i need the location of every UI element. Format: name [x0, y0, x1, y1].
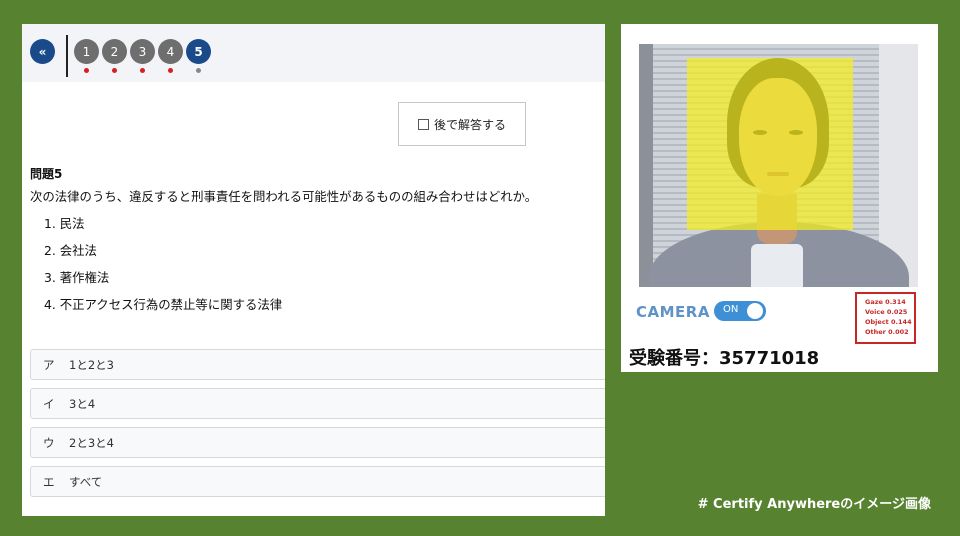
statement-list: 1. 民法 2. 会社法 3. 著作権法 4. 不正アクセス行為の禁止等に関する…	[44, 214, 282, 322]
question-nav-3[interactable]: 3	[130, 39, 155, 79]
question-number: 3	[130, 39, 155, 64]
exam-number: 受験番号：35771018	[629, 348, 820, 369]
answered-dot	[112, 68, 117, 73]
answer-later-label: 後で解答する	[433, 117, 506, 132]
answer-option-u[interactable]: ウ 2と3と4	[30, 427, 605, 458]
nav-divider	[66, 35, 68, 77]
camera-label: CAMERA	[636, 303, 710, 321]
wall-shadow	[639, 44, 653, 287]
question-nav-1[interactable]: 1	[74, 39, 99, 79]
answered-dot	[84, 68, 89, 73]
option-letter: イ	[43, 396, 55, 411]
question-nav-5[interactable]: 5	[186, 39, 211, 79]
option-text: 2と3と4	[69, 435, 114, 450]
statement-item: 3. 著作権法	[44, 270, 110, 285]
object-score: Object 0.144	[865, 318, 912, 326]
camera-toggle[interactable]: ON	[714, 301, 766, 321]
other-score: Other 0.002	[865, 328, 909, 336]
question-number-list: 1 2 3 4 5	[74, 39, 211, 79]
option-letter: ア	[43, 357, 55, 372]
statement-item: 1. 民法	[44, 216, 85, 231]
statement-item: 4. 不正アクセス行為の禁止等に関する法律	[44, 297, 283, 312]
option-text: すべて	[69, 474, 103, 489]
answered-dot	[168, 68, 173, 73]
back-button[interactable]: «	[30, 39, 55, 64]
toggle-knob	[747, 303, 763, 319]
question-number: 4	[158, 39, 183, 64]
camera-panel: CAMERA ON Gaze 0.314 Voice 0.025 Object …	[621, 24, 938, 372]
answer-later-checkbox[interactable]: 後で解答する	[398, 102, 526, 146]
current-dot	[196, 68, 201, 73]
answer-option-a[interactable]: ア 1と2と3	[30, 349, 605, 380]
detection-scores: Gaze 0.314 Voice 0.025 Object 0.144 Othe…	[855, 292, 916, 344]
question-number: 2	[102, 39, 127, 64]
question-nav-4[interactable]: 4	[158, 39, 183, 79]
option-letter: ウ	[43, 435, 55, 450]
question-nav-2[interactable]: 2	[102, 39, 127, 79]
person-shirt	[751, 244, 803, 287]
question-number: 1	[74, 39, 99, 64]
option-letter: エ	[43, 474, 55, 489]
face-detection-box	[687, 58, 853, 230]
exam-panel: « 1 2 3 4 5 後で解答する 問題5 次の法律のうち、違反すると刑事責任…	[22, 24, 605, 516]
voice-score: Voice 0.025	[865, 308, 908, 316]
answer-option-i[interactable]: イ 3と4	[30, 388, 605, 419]
camera-feed	[639, 44, 918, 287]
statement-item: 2. 会社法	[44, 243, 97, 258]
checkbox-square[interactable]	[417, 118, 429, 130]
option-text: 1と2と3	[69, 357, 114, 372]
answer-option-e[interactable]: エ すべて	[30, 466, 605, 497]
question-title: 問題5	[30, 167, 63, 181]
question-text: 次の法律のうち、違反すると刑事責任を問われる可能性があるものの組み合わせはどれか…	[30, 189, 538, 204]
answered-dot	[140, 68, 145, 73]
option-text: 3と4	[69, 396, 96, 411]
answer-options: ア 1と2と3 イ 3と4 ウ 2と3と4 エ すべて	[30, 349, 605, 505]
question-navbar: « 1 2 3 4 5	[22, 24, 605, 82]
gaze-score: Gaze 0.314	[865, 298, 906, 306]
question-number: 5	[186, 39, 211, 64]
toggle-state: ON	[723, 304, 739, 315]
image-caption: # Certify Anywhereのイメージ画像	[697, 497, 931, 512]
